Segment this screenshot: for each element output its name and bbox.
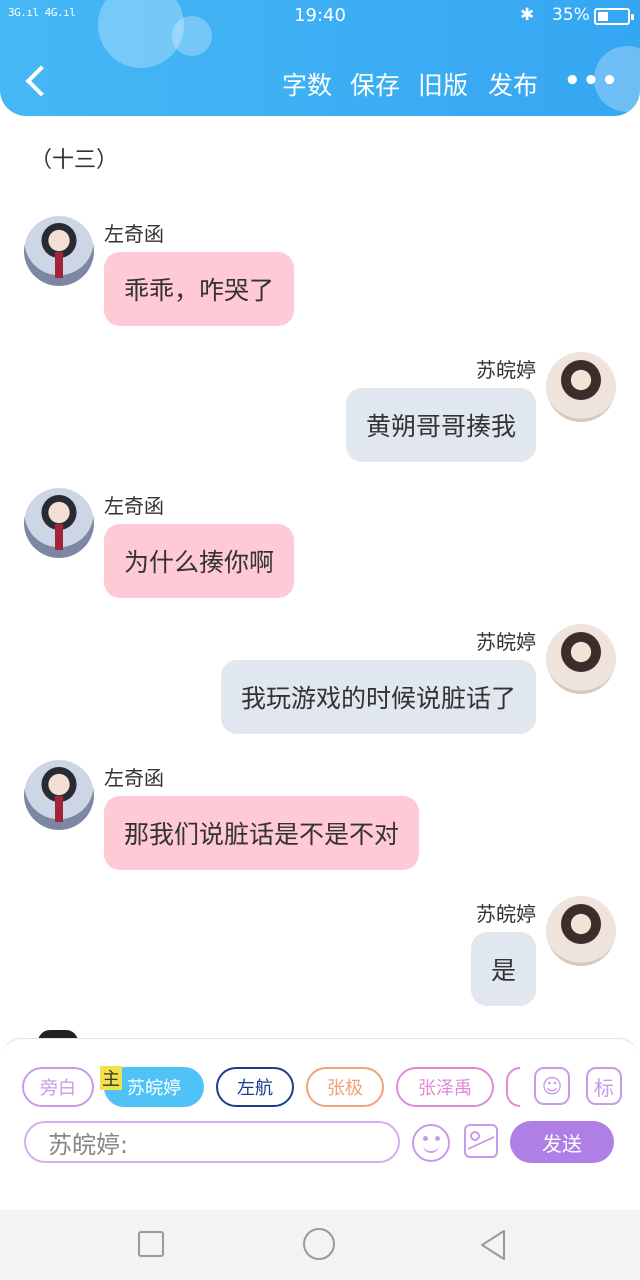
recents-icon[interactable]	[138, 1231, 164, 1257]
sender-name: 左奇函	[104, 766, 164, 790]
home-icon[interactable]	[303, 1228, 335, 1260]
back-nav-icon[interactable]	[478, 1228, 508, 1262]
battery-icon	[594, 8, 634, 25]
tag-icon[interactable]: 标	[586, 1067, 622, 1105]
system-nav-bar	[0, 1210, 640, 1280]
send-button[interactable]: 发送	[510, 1121, 614, 1163]
save-button[interactable]: 保存	[350, 66, 400, 102]
role-chip[interactable]: 张极	[306, 1067, 384, 1107]
sender-name: 苏皖婷	[476, 630, 536, 654]
person-icon[interactable]: ☺	[534, 1067, 570, 1105]
old-version-button[interactable]: 旧版	[418, 66, 468, 102]
role-chip[interactable]: 左航	[216, 1067, 294, 1107]
avatar[interactable]	[546, 624, 616, 694]
message-bubble[interactable]: 乖乖，咋哭了	[104, 252, 295, 326]
word-count-button[interactable]: 字数	[282, 66, 332, 102]
message-bubble[interactable]: 那我们说脏话是不是不对	[104, 796, 420, 870]
emoji-icon[interactable]	[412, 1124, 450, 1162]
role-chip[interactable]: 张泽禹	[396, 1067, 494, 1107]
avatar[interactable]	[24, 216, 94, 286]
sender-name: 左奇函	[104, 222, 164, 246]
message-input[interactable]: 苏皖婷:	[24, 1121, 400, 1163]
bluetooth-icon: ✱	[520, 5, 535, 25]
app-header: 3G.ıl 4G.ıl 19:40 ✱ 35% 字数 保存 旧版 发布 •••	[0, 0, 640, 116]
role-chip-partial[interactable]	[506, 1067, 520, 1107]
avatar[interactable]	[24, 760, 94, 830]
chapter-title: （十三）	[30, 148, 119, 173]
avatar[interactable]	[546, 896, 616, 966]
more-icon[interactable]: •••	[564, 66, 620, 96]
message-bubble[interactable]: 我玩游戏的时候说脏话了	[220, 660, 536, 734]
image-icon[interactable]	[464, 1124, 498, 1158]
clock: 19:40	[294, 5, 346, 26]
sender-name: 苏皖婷	[476, 358, 536, 382]
message-bubble[interactable]: 是	[470, 932, 536, 1006]
sender-name: 左奇函	[104, 494, 164, 518]
sender-name: 苏皖婷	[476, 902, 536, 926]
publish-button[interactable]: 发布	[488, 66, 538, 102]
avatar[interactable]	[24, 488, 94, 558]
message-bubble[interactable]: 黄朔哥哥揍我	[345, 388, 536, 462]
role-chip-narrator[interactable]: 旁白	[22, 1067, 94, 1107]
avatar[interactable]	[546, 352, 616, 422]
main-role-badge: 主	[100, 1066, 122, 1090]
status-bar: 3G.ıl 4G.ıl 19:40 ✱ 35%	[0, 0, 640, 34]
screen: 3G.ıl 4G.ıl 19:40 ✱ 35% 字数 保存 旧版 发布 ••• …	[0, 0, 640, 1280]
message-bubble[interactable]: 为什么揍你啊	[104, 524, 295, 598]
back-icon[interactable]	[22, 62, 52, 102]
battery-percent: 35%	[552, 5, 590, 25]
